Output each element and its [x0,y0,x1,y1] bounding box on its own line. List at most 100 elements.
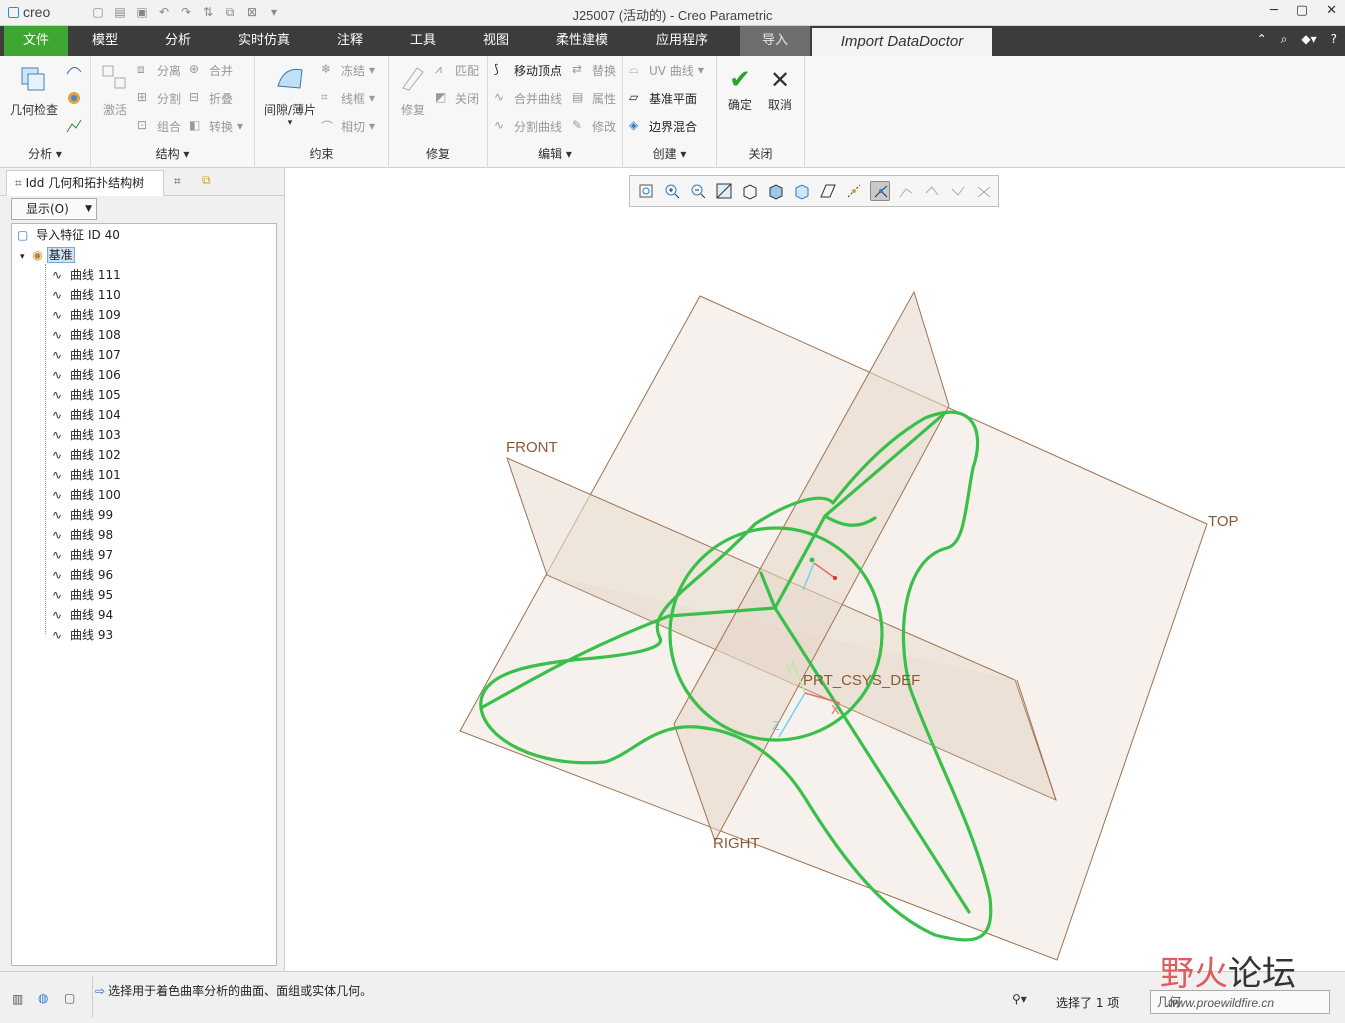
group-label-edit[interactable]: 编辑 ▾ [488,145,622,162]
find-icon[interactable]: ⚲▾ [1012,992,1027,1006]
merge-curve-button[interactable]: ∿ 合并曲线 [494,88,562,108]
tangent-icon: ⌒ [321,120,334,134]
curve-icon: ∿ [52,588,63,602]
layers-icon[interactable]: ⧉ [202,173,211,188]
cancel-button[interactable]: ✕ 取消 [763,64,797,113]
tree-curve-item[interactable]: ∿ 曲线 96 [52,565,113,585]
geometry-check-button[interactable]: 几何检查 [6,62,62,118]
convert-icon: ◧ [189,118,201,132]
maximize-icon[interactable]: ▢ [1296,3,1308,18]
tree-curve-item[interactable]: ∿ 曲线 97 [52,545,113,565]
model-tree-toggle-icon[interactable]: ▥ [12,992,23,1006]
browser-toggle-icon[interactable]: ◍ [38,991,48,1005]
ribbon-tabs: 文件 模型 分析 实时仿真 注释 工具 视图 柔性建模 应用程序 导入 Impo… [0,26,1345,56]
tree-curve-item[interactable]: ∿ 曲线 109 [52,305,121,325]
tree-curve-item[interactable]: ∿ 曲线 100 [52,485,121,505]
tab-tools[interactable]: 工具 [393,26,453,56]
tree-curve-item[interactable]: ∿ 曲线 105 [52,385,121,405]
tab-model[interactable]: 模型 [74,26,136,56]
tab-geometry-topology-tree[interactable]: ⌗ Idd 几何和拓扑结构树 [6,170,164,196]
freeze-button[interactable]: ❄ 冻结 ▾ [321,60,375,80]
repair-button[interactable]: 修复 [393,62,433,118]
tree-curve-item[interactable]: ∿ 曲线 107 [52,345,121,365]
search-icon[interactable]: ⌕ [1281,32,1288,47]
merge-icon: ⊕ [189,62,200,76]
combine-button[interactable]: ⊡ 组合 [137,116,181,136]
shading-icon[interactable] [66,90,82,106]
group-edit: ⟆ 移动顶点 ⇄ 替换 ∿ 合并曲线 ▤ 属性 ∿ 分割曲线 ✎ 修改 编辑 ▾ [488,56,623,168]
tree-datum-item[interactable]: ▾ ◉ 基准 [20,245,75,265]
tree-curve-item[interactable]: ∿ 曲线 94 [52,605,113,625]
learning-icon[interactable]: ◆▾ [1301,32,1316,47]
match-button[interactable]: ⩘ 匹配 [435,60,479,80]
gap-thin-button[interactable]: 间隙/薄片 ▾ [259,62,321,128]
tab-flexible-modeling[interactable]: 柔性建模 [540,26,624,56]
ok-button[interactable]: ✔ 确定 [723,64,757,113]
group-label-create[interactable]: 创建 ▾ [623,145,716,162]
status-message: ⇨ 选择用于着色曲率分析的曲面、面组或实体几何。 [95,984,373,998]
model-tree: ▢ 导入特征 ID 40 ▾ ◉ 基准 ∿ 曲线 111 ∿ 曲线 110 ∿ 曲线 10… [11,223,277,966]
close-gap-button[interactable]: ◩ 关闭 [435,88,479,108]
convert-button[interactable]: ◧ 转换 ▾ [189,116,243,136]
fold-button[interactable]: ⊟ 折叠 [189,88,233,108]
show-dropdown[interactable]: 显示(O) ▼ [11,198,97,220]
modify-button[interactable]: ✎ 修改 [572,116,616,136]
replace-button[interactable]: ⇄ 替换 [572,60,616,80]
fullscreen-icon[interactable]: ▢ [64,991,75,1005]
curve-icon: ∿ [52,488,63,502]
group-label-repair: 修复 [425,147,450,161]
tab-simulation[interactable]: 实时仿真 [222,26,306,56]
deviation-icon[interactable] [66,118,82,134]
tree-curve-item[interactable]: ∿ 曲线 103 [52,425,121,445]
tree-curve-item[interactable]: ∿ 曲线 98 [52,525,113,545]
tree-root-item[interactable]: ▢ 导入特征 ID 40 [17,225,120,245]
right-plane-label: RIGHT [713,835,760,852]
close-gap-icon: ◩ [435,90,447,104]
datum-plane-button[interactable]: ▱ 基准平面 [629,88,697,108]
tree-curve-item[interactable]: ∿ 曲线 106 [52,365,121,385]
tree-curve-item[interactable]: ∿ 曲线 110 [52,285,121,305]
tree-curve-item[interactable]: ∿ 曲线 99 [52,505,113,525]
tree-curve-item[interactable]: ∿ 曲线 95 [52,585,113,605]
repair-icon [402,67,424,91]
curve-icon: ∿ [52,348,63,362]
tab-file[interactable]: 文件 [4,26,68,56]
minimize-icon[interactable]: ─ [1270,3,1278,18]
tree-curve-item[interactable]: ∿ 曲线 104 [52,405,121,425]
graphics-window[interactable]: FRONT TOP RIGHT PRT_CSYS_DEF Y Z X [285,168,1345,971]
tab-annotate[interactable]: 注释 [320,26,380,56]
uv-curve-button[interactable]: ⌓ UV 曲线 ▾ [629,60,704,80]
tab-applications[interactable]: 应用程序 [640,26,724,56]
tab-analysis[interactable]: 分析 [148,26,208,56]
tree-curve-item[interactable]: ∿ 曲线 108 [52,325,121,345]
curvature-icon[interactable] [66,62,82,78]
close-icon[interactable]: ✕ [1326,3,1337,18]
tree-settings-icon[interactable]: ⌗ [174,174,181,189]
wireframe-button[interactable]: ⌗ 线框 ▾ [321,88,375,108]
group-create: ⌓ UV 曲线 ▾ ▱ 基准平面 ◈ 边界混合 创建 ▾ [623,56,717,168]
group-label-analysis[interactable]: 分析 ▾ [0,145,90,162]
tab-import[interactable]: 导入 [740,26,810,56]
merge-button[interactable]: ⊕ 合并 [189,60,233,80]
tree-curve-item[interactable]: ∿ 曲线 111 [52,265,121,285]
curve-icon: ∿ [52,548,63,562]
properties-button[interactable]: ▤ 属性 [572,88,616,108]
minimize-ribbon-icon[interactable]: ⌃ [1257,32,1267,47]
split-button[interactable]: ⊞ 分割 [137,88,181,108]
tree-curve-item[interactable]: ∿ 曲线 102 [52,445,121,465]
tree-curve-item[interactable]: ∿ 曲线 101 [52,465,121,485]
move-vertex-button[interactable]: ⟆ 移动顶点 [494,60,562,80]
tangent-button[interactable]: ⌒ 相切 ▾ [321,116,375,136]
model-scene: FRONT TOP RIGHT PRT_CSYS_DEF Y Z X [459,290,1239,961]
split-curve-button[interactable]: ∿ 分割曲线 [494,116,562,136]
activate-button[interactable]: 激活 [95,62,135,118]
tab-import-datadoctor[interactable]: Import DataDoctor [812,28,992,56]
tab-view[interactable]: 视图 [466,26,526,56]
tree-curve-item[interactable]: ∿ 曲线 93 [52,625,113,645]
help-icon[interactable]: ? [1331,32,1337,47]
separate-button[interactable]: ⧈ 分离 [137,60,181,80]
group-label-structure[interactable]: 结构 ▾ [91,145,254,162]
boundary-blend-button[interactable]: ◈ 边界混合 [629,116,697,136]
curve-icon: ∿ [52,368,63,382]
combine-icon: ⊡ [137,118,148,132]
